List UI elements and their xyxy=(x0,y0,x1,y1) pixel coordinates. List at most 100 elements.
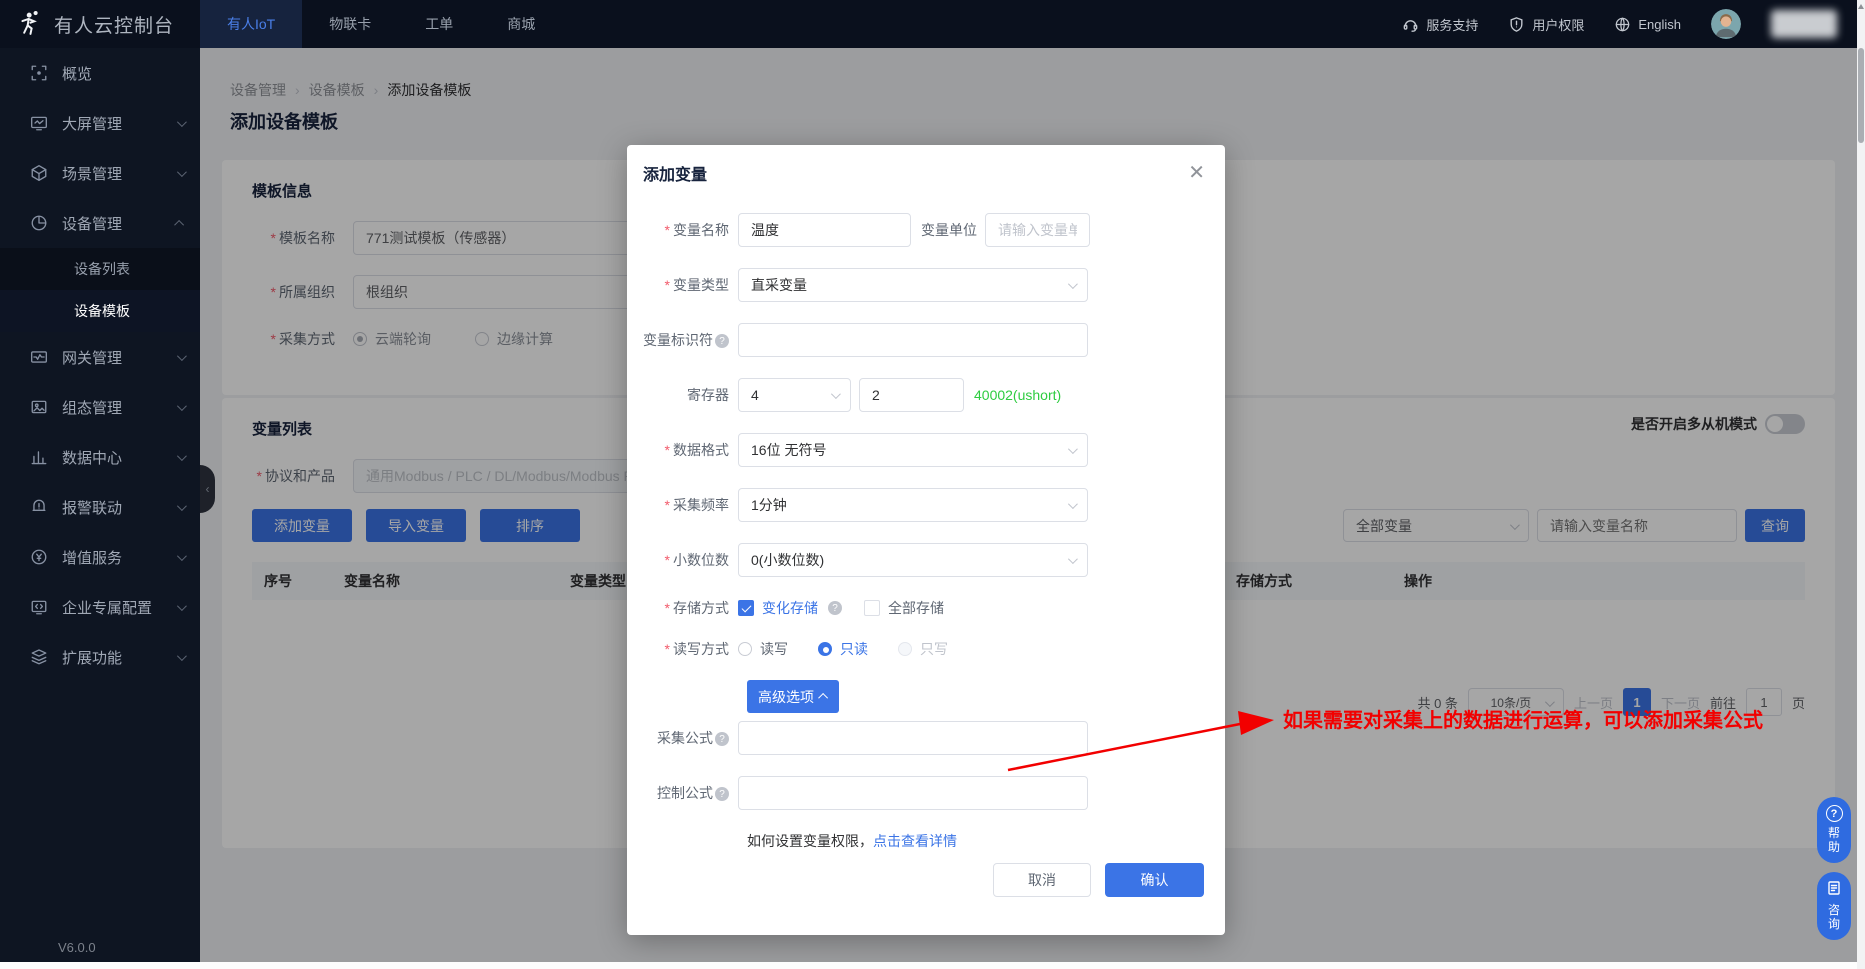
sidebar-item-label: 企业专属配置 xyxy=(62,597,152,618)
sidebar-item-大屏管理[interactable]: 大屏管理 xyxy=(0,98,200,148)
modal-footer: 取消 确认 xyxy=(627,863,1225,897)
sidebar: 概览大屏管理场景管理设备管理设备列表设备模板网关管理组态管理数据中心报警联动增值… xyxy=(0,48,200,969)
topbar-item-用户权限[interactable]: 用户权限 xyxy=(1508,15,1584,34)
scrollbar-thumb[interactable] xyxy=(1858,48,1864,143)
decimals-row: *小数位数 0(小数位数) xyxy=(627,543,1225,577)
sidebar-item-数据中心[interactable]: 数据中心 xyxy=(0,432,200,482)
topbar: 有人云控制台 有人IoT物联卡工单商城 服务支持用户权限English xyxy=(0,0,1865,48)
variable-name-label: *变量名称 xyxy=(627,220,738,240)
sidebar-item-概览[interactable]: 概览 xyxy=(0,48,200,98)
data-format-row: *数据格式 16位 无符号 xyxy=(627,433,1225,467)
frequency-label: *采集频率 xyxy=(627,495,738,515)
help-icon[interactable] xyxy=(715,334,729,348)
version-label: V6.0.0 xyxy=(58,940,96,955)
close-icon[interactable]: ✕ xyxy=(1188,163,1205,183)
advanced-row: 高级选项 xyxy=(747,680,1225,713)
sidebar-item-增值服务[interactable]: 增值服务 xyxy=(0,532,200,582)
collect-formula-row: 采集公式 xyxy=(627,721,1225,755)
sidebar-item-企业专属配置[interactable]: 企业专属配置 xyxy=(0,582,200,632)
chevron-up-icon xyxy=(818,693,828,703)
variable-type-select[interactable]: 直采变量 xyxy=(738,268,1088,302)
tab-工单[interactable]: 工单 xyxy=(398,0,480,48)
chevron-down-icon xyxy=(177,501,187,511)
usr-logo-icon xyxy=(16,10,44,38)
shield-icon xyxy=(1508,16,1525,33)
collect-formula-input[interactable] xyxy=(738,721,1088,755)
help-icon[interactable] xyxy=(715,787,729,801)
help-icon[interactable] xyxy=(715,732,729,746)
cancel-button[interactable]: 取消 xyxy=(993,863,1091,897)
hmi-icon xyxy=(30,398,48,416)
sidebar-subitem-设备列表[interactable]: 设备列表 xyxy=(0,248,200,290)
readwrite-option-只读[interactable]: 只读 xyxy=(818,639,868,659)
decimals-select[interactable]: 0(小数位数) xyxy=(738,543,1088,577)
help-float-button[interactable]: ? 帮助 xyxy=(1817,797,1851,863)
chevron-down-icon xyxy=(831,389,841,399)
sidebar-item-报警联动[interactable]: 报警联动 xyxy=(0,482,200,532)
chevron-up-icon xyxy=(174,219,184,229)
scroll-up-arrow[interactable] xyxy=(1858,4,1864,9)
sidebar-item-label: 网关管理 xyxy=(62,347,122,368)
control-formula-row: 控制公式 xyxy=(627,776,1225,810)
chevron-down-icon xyxy=(177,117,187,127)
chevron-down-icon xyxy=(177,551,187,561)
tab-有人IoT[interactable]: 有人IoT xyxy=(200,0,302,48)
confirm-button[interactable]: 确认 xyxy=(1105,863,1204,897)
help-icon[interactable] xyxy=(828,601,842,615)
sidebar-item-label: 设备管理 xyxy=(62,213,122,234)
checkbox-label: 变化存储 xyxy=(762,598,818,618)
frequency-select[interactable]: 1分钟 xyxy=(738,488,1088,522)
variable-unit-input[interactable] xyxy=(985,213,1090,247)
register-type-select[interactable]: 4 xyxy=(738,378,851,412)
topbar-item-English[interactable]: English xyxy=(1614,16,1681,33)
register-row: 寄存器 4 40002(ushort) xyxy=(627,378,1225,412)
storage-label: *存储方式 xyxy=(627,598,738,618)
readwrite-option-只写[interactable]: 只写 xyxy=(898,639,948,659)
checkbox-label: 全部存储 xyxy=(888,598,944,618)
consult-float-label: 咨询 xyxy=(1827,903,1841,931)
modal-body: *变量名称 变量单位 *变量类型 直采变量 变量标识符 寄存器 4 xyxy=(627,200,1225,897)
permission-detail-link[interactable]: 点击查看详情 xyxy=(873,833,957,849)
sidebar-item-扩展功能[interactable]: 扩展功能 xyxy=(0,632,200,682)
register-label: 寄存器 xyxy=(627,385,738,405)
sidebar-item-场景管理[interactable]: 场景管理 xyxy=(0,148,200,198)
readwrite-options: 读写 只读 只写 xyxy=(738,639,978,659)
headset-icon xyxy=(1402,16,1419,33)
app-root: 有人云控制台 有人IoT物联卡工单商城 服务支持用户权限English 概览大屏… xyxy=(0,0,1865,969)
variable-name-input[interactable] xyxy=(738,213,911,247)
username-redacted[interactable] xyxy=(1771,10,1837,38)
globe-icon xyxy=(1614,16,1631,33)
avatar[interactable] xyxy=(1711,9,1741,39)
extend-icon xyxy=(30,648,48,666)
scrollbar[interactable] xyxy=(1857,0,1865,969)
storage-option-变化存储[interactable]: 变化存储 xyxy=(738,598,842,618)
sidebar-item-设备管理[interactable]: 设备管理 xyxy=(0,198,200,248)
required-asterisk: * xyxy=(665,600,670,616)
control-formula-input[interactable] xyxy=(738,776,1088,810)
sidebar-item-label: 大屏管理 xyxy=(62,113,122,134)
screen-icon xyxy=(30,114,48,132)
identifier-input[interactable] xyxy=(738,323,1088,357)
sidebar-item-组态管理[interactable]: 组态管理 xyxy=(0,382,200,432)
readwrite-option-读写[interactable]: 读写 xyxy=(738,639,788,659)
required-asterisk: * xyxy=(665,277,670,293)
sidebar-menu: 概览大屏管理场景管理设备管理设备列表设备模板网关管理组态管理数据中心报警联动增值… xyxy=(0,48,200,682)
required-asterisk: * xyxy=(665,641,670,657)
variable-type-row: *变量类型 直采变量 xyxy=(627,268,1225,302)
advanced-options-button[interactable]: 高级选项 xyxy=(747,680,839,713)
sidebar-item-网关管理[interactable]: 网关管理 xyxy=(0,332,200,382)
topbar-item-服务支持[interactable]: 服务支持 xyxy=(1402,15,1478,34)
modal-header: 添加变量 ✕ xyxy=(627,145,1225,200)
sidebar-item-label: 概览 xyxy=(62,63,92,84)
data-format-select[interactable]: 16位 无符号 xyxy=(738,433,1088,467)
consult-float-button[interactable]: 咨询 xyxy=(1817,872,1851,940)
topbar-item-label: English xyxy=(1638,17,1681,32)
device-icon xyxy=(30,214,48,232)
tab-物联卡[interactable]: 物联卡 xyxy=(302,0,398,48)
tab-商城[interactable]: 商城 xyxy=(480,0,562,48)
storage-options: 变化存储 全部存储 xyxy=(738,598,966,618)
storage-option-全部存储[interactable]: 全部存储 xyxy=(864,598,944,618)
chevron-down-icon xyxy=(1068,554,1078,564)
sidebar-subitem-设备模板[interactable]: 设备模板 xyxy=(0,290,200,332)
register-address-input[interactable] xyxy=(859,378,964,412)
